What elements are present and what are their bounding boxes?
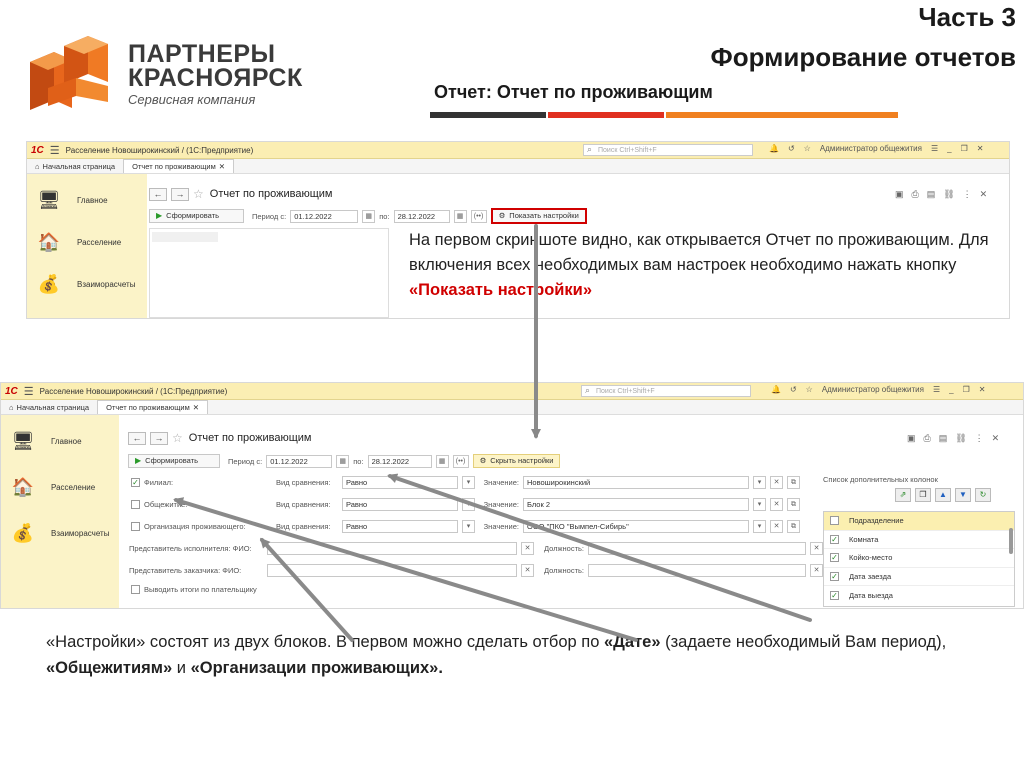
arrow-to-period bbox=[387, 473, 812, 622]
arrows-overlay bbox=[173, 224, 812, 642]
arrow-to-dormitory bbox=[173, 497, 638, 642]
arrow-to-organization bbox=[259, 537, 354, 642]
